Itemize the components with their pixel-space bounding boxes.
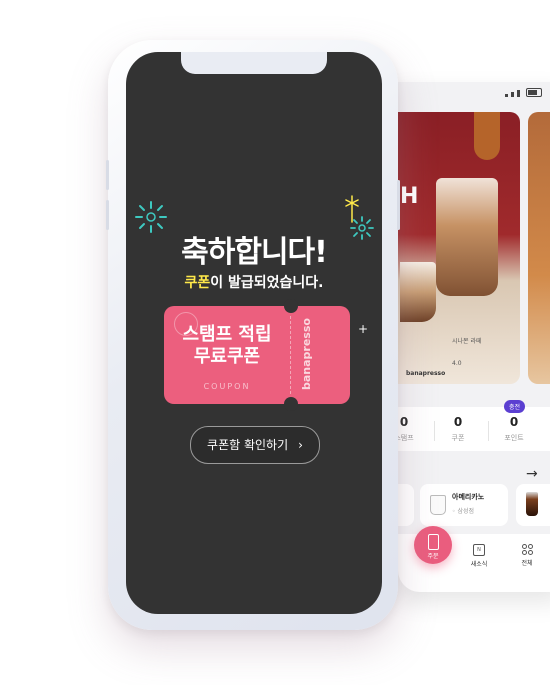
- coupon-label: COUPON: [203, 382, 251, 391]
- highlight-word: 쿠폰: [184, 275, 211, 291]
- recent-order-card[interactable]: 아메리카노 ◦ 삼성점: [420, 484, 508, 526]
- recent-order-store: ◦ 삼성점: [452, 508, 475, 515]
- iced-coffee-icon: [526, 492, 538, 516]
- recent-order-card[interactable]: [398, 484, 414, 526]
- phone-icon: [428, 534, 439, 550]
- ticket-notch: [284, 397, 298, 411]
- stat-value: 0: [399, 415, 409, 429]
- tab-label: 전체: [521, 560, 533, 567]
- next-promo-banner[interactable]: [528, 112, 550, 384]
- coffee-cup-icon: [430, 495, 446, 515]
- tab-new-menu[interactable]: N 새소식: [464, 544, 494, 568]
- coupon-ticket[interactable]: 스탬프 적립 무료쿠폰 COUPON banapresso: [164, 299, 350, 411]
- stat-stamp[interactable]: 0 스탬프: [398, 415, 424, 443]
- coupon-title: 스탬프 적립 무료쿠폰: [164, 324, 290, 368]
- coupon-issued-screen: 축하합니다! 쿠폰이 발급되었습니다. 스탬프 적립 무료쿠폰 COUPON b…: [126, 52, 382, 614]
- signal-icon: [505, 94, 508, 97]
- iced-latte-image: [436, 178, 498, 296]
- volume-button: [106, 160, 109, 190]
- plus-sparkle: +: [358, 322, 369, 336]
- order-label: 주문: [427, 553, 439, 560]
- message-text: 이 발급되었습니다.: [210, 275, 324, 291]
- promo-brand: banapresso: [406, 370, 446, 377]
- stat-label: 스탬프: [398, 434, 414, 442]
- stat-label: 포인트: [504, 434, 524, 442]
- stat-point[interactable]: 0 포인트: [494, 415, 534, 443]
- divider: [488, 421, 489, 441]
- stat-value: 0: [509, 415, 519, 429]
- button-label: 쿠폰함 확인하기: [207, 438, 289, 452]
- coupon-title-line: 무료쿠폰: [193, 346, 261, 367]
- recent-order-title: 아메리카노: [452, 493, 485, 501]
- phone-notch: [181, 52, 327, 74]
- ticket-notch: [284, 299, 298, 313]
- hot-latte-image: [400, 262, 436, 322]
- caramel-drip-image: [474, 112, 500, 160]
- promo-price: 4.0: [452, 360, 462, 367]
- tab-label: 새소식: [470, 561, 488, 568]
- stat-value: 0: [453, 415, 463, 429]
- signal-icon: [517, 90, 520, 97]
- recent-order-card[interactable]: [516, 484, 550, 526]
- grid-icon: [521, 544, 533, 555]
- promo-banner[interactable]: H 시나몬 라떼 4.0 banapresso: [398, 112, 520, 384]
- arrow-right-icon[interactable]: →: [526, 466, 538, 482]
- signal-icon: [511, 92, 514, 97]
- status-bar: [505, 88, 542, 97]
- tab-all[interactable]: 전체: [512, 544, 542, 567]
- volume-button: [106, 200, 109, 230]
- congrats-headline: 축하합니다!: [181, 235, 328, 270]
- power-button: [397, 180, 400, 230]
- chevron-right-icon: ›: [298, 438, 303, 452]
- coupon-title-line: 스탬프 적립: [182, 324, 272, 345]
- recent-orders-row: 아메리카노 ◦ 삼성점: [398, 484, 550, 528]
- perforation-line: [290, 316, 291, 394]
- phone-mockup: 축하합니다! 쿠폰이 발급되었습니다. 스탬프 적립 무료쿠폰 COUPON b…: [106, 40, 400, 630]
- divider: [434, 421, 435, 441]
- background-app-screen: H 시나몬 라떼 4.0 banapresso 0 스탬프 0 쿠폰 0 포인트…: [398, 82, 550, 592]
- order-button[interactable]: 주문: [414, 526, 452, 564]
- battery-icon: [526, 88, 542, 97]
- coupon-issued-message: 쿠폰이 발급되었습니다.: [126, 272, 382, 292]
- stats-panel: 0 스탬프 0 쿠폰 0 포인트: [398, 407, 550, 451]
- promo-title-fragment: H: [400, 184, 419, 209]
- news-icon: N: [473, 544, 485, 556]
- brand-logo: banapresso: [300, 318, 313, 390]
- bottom-tab-bar: 주문 N 새소식 전체: [398, 526, 550, 592]
- stat-coupon[interactable]: 0 쿠폰: [438, 415, 478, 443]
- store-name: 삼성점: [457, 508, 475, 515]
- stat-label: 쿠폰: [451, 434, 465, 442]
- promo-product-name: 시나몬 라떼: [452, 338, 482, 345]
- check-coupon-box-button[interactable]: 쿠폰함 확인하기 ›: [190, 426, 320, 464]
- charge-badge[interactable]: 충전: [504, 400, 526, 413]
